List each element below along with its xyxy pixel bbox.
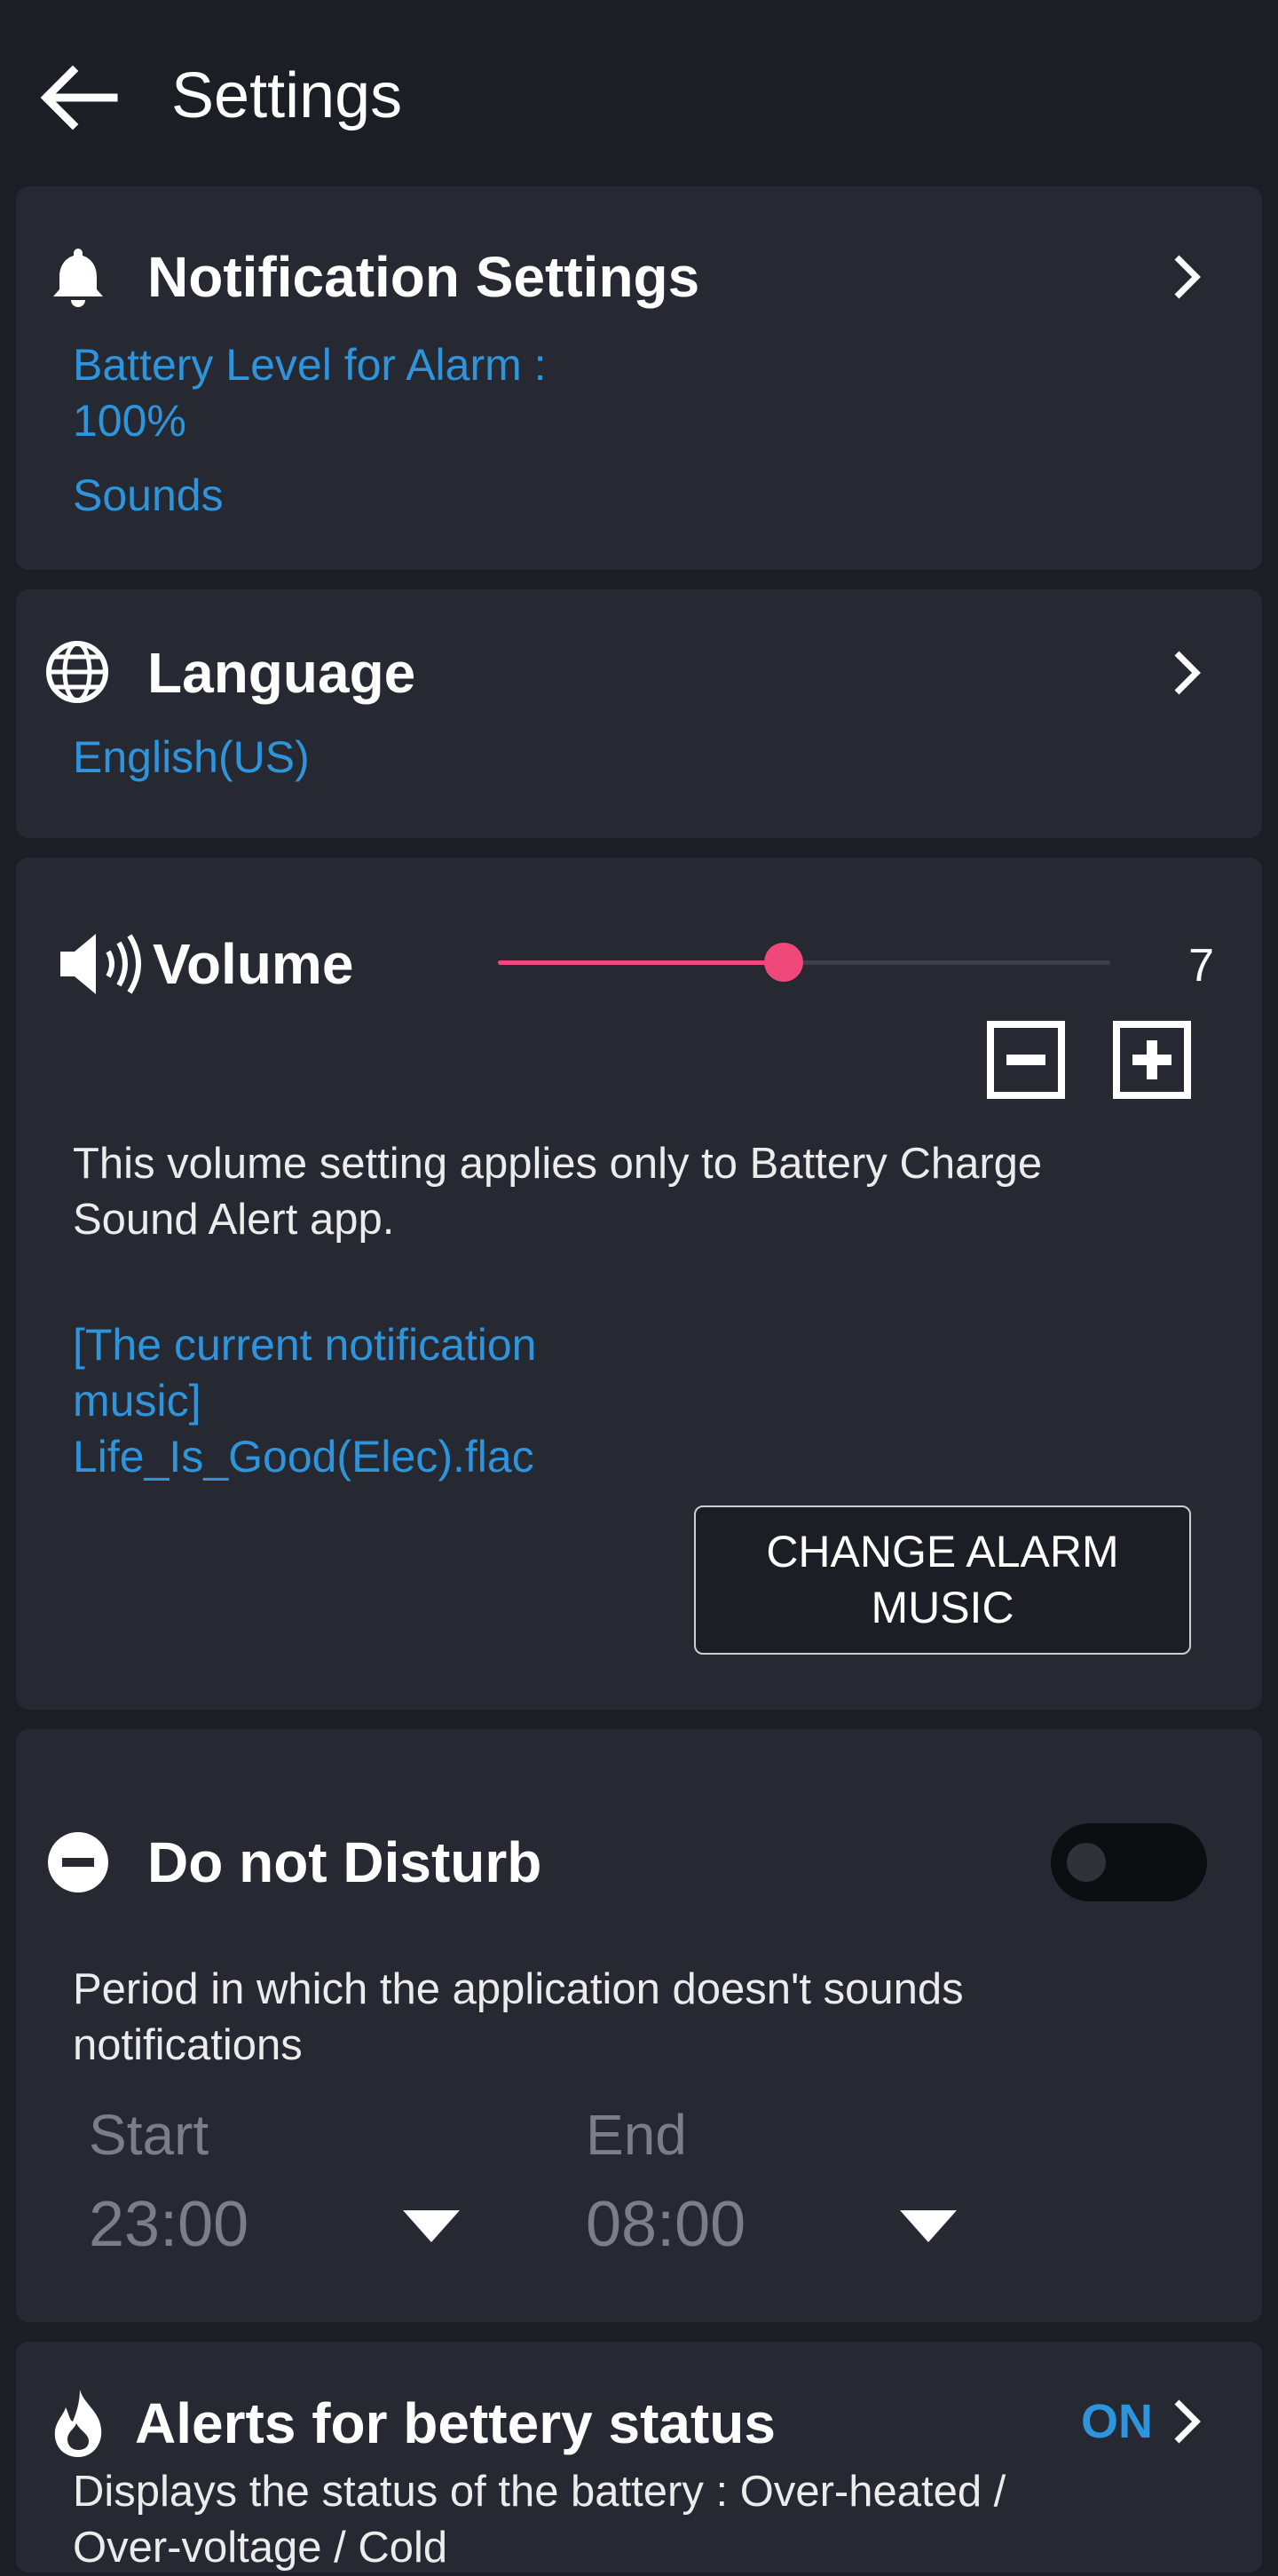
chevron-right-icon xyxy=(1174,651,1201,695)
back-button[interactable] xyxy=(36,62,121,133)
battery-alerts-title: Alerts for bettery status xyxy=(135,2391,776,2455)
do-not-disturb-card: Do not Disturb Period in which the appli… xyxy=(16,1729,1262,2322)
battery-alerts-card[interactable]: Alerts for bettery status ON Displays th… xyxy=(16,2342,1262,2572)
dnd-description-line2: notifications xyxy=(73,2021,303,2069)
plus-box-icon xyxy=(1132,1040,1172,1079)
volume-slider[interactable] xyxy=(498,943,1110,982)
chevron-right-icon xyxy=(1174,2399,1201,2444)
chevron-right-icon xyxy=(1174,255,1201,299)
language-title: Language xyxy=(147,641,416,705)
do-not-disturb-toggle[interactable] xyxy=(1051,1823,1207,1901)
battery-level-label: Battery Level for Alarm : xyxy=(73,340,547,390)
volume-slider-thumb[interactable] xyxy=(763,943,803,982)
volume-slider-fill xyxy=(498,960,784,965)
change-alarm-music-button[interactable]: CHANGE ALARM MUSIC xyxy=(694,1505,1191,1655)
volume-description-line2: Sound Alert app. xyxy=(73,1196,395,1244)
dnd-description-line1: Period in which the application doesn't … xyxy=(73,1965,964,2013)
battery-alerts-description-line2: Over-voltage / Cold xyxy=(73,2524,448,2572)
volume-card: Volume 7 This volume setting applies onl… xyxy=(16,857,1262,1710)
sounds-label: Sounds xyxy=(73,470,224,520)
bell-icon xyxy=(53,249,103,307)
do-not-disturb-title: Do not Disturb xyxy=(147,1830,542,1894)
minus-box-icon xyxy=(1006,1055,1045,1065)
start-time-value[interactable]: 23:00 xyxy=(89,2189,248,2260)
top-app-bar: Settings xyxy=(0,0,1278,186)
minus-circle-icon xyxy=(48,1832,108,1892)
language-value: English(US) xyxy=(73,732,310,782)
toggle-knob xyxy=(1067,1843,1106,1882)
volume-value: 7 xyxy=(1188,940,1214,992)
end-time-label: End xyxy=(586,2103,687,2167)
battery-alerts-description-line1: Displays the status of the battery : Ove… xyxy=(73,2468,1006,2516)
volume-increase-button[interactable] xyxy=(1113,1021,1191,1099)
volume-description-line1: This volume setting applies only to Batt… xyxy=(73,1140,1043,1188)
end-time-dropdown-icon[interactable] xyxy=(900,2210,957,2242)
start-time-label: Start xyxy=(89,2103,209,2167)
speaker-icon xyxy=(60,934,141,994)
notification-settings-card[interactable]: Notification Settings Battery Level for … xyxy=(16,186,1262,570)
flame-icon xyxy=(54,2390,102,2457)
start-time-dropdown-icon[interactable] xyxy=(403,2210,460,2242)
battery-level-value: 100% xyxy=(73,396,186,446)
volume-title: Volume xyxy=(153,932,354,996)
current-music-label-line1: [The current notification xyxy=(73,1320,537,1370)
globe-icon xyxy=(46,641,108,703)
arrow-left-icon xyxy=(40,65,118,130)
page-title: Settings xyxy=(171,60,403,131)
battery-alerts-status: ON xyxy=(1081,2395,1153,2448)
language-card[interactable]: Language English(US) xyxy=(16,589,1262,838)
volume-decrease-button[interactable] xyxy=(987,1021,1065,1099)
current-music-file: Life_Is_Good(Elec).flac xyxy=(73,1432,534,1482)
end-time-value[interactable]: 08:00 xyxy=(586,2189,746,2260)
notification-settings-title: Notification Settings xyxy=(147,245,700,309)
current-music-label-line2: music] xyxy=(73,1376,201,1426)
